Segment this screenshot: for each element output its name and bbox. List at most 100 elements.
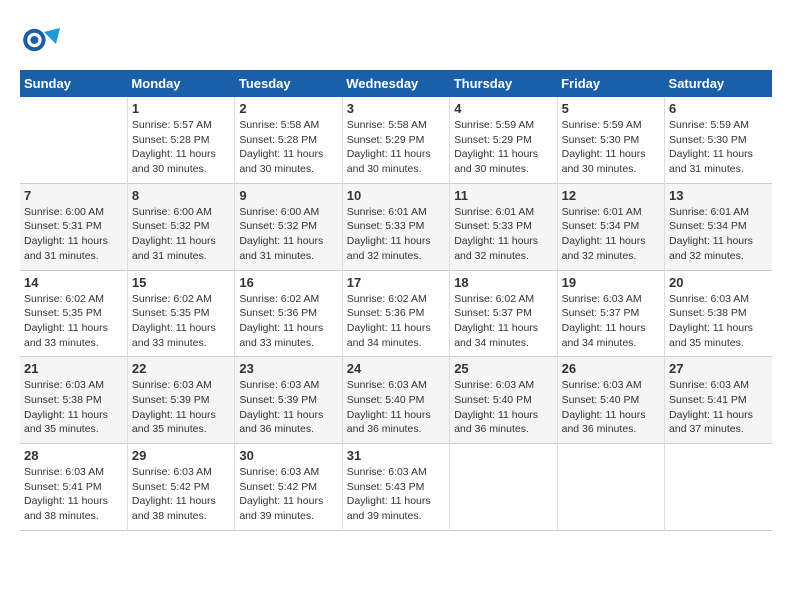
day-info: Sunrise: 6:03 AMSunset: 5:41 PMDaylight:… — [24, 465, 123, 524]
day-info: Sunrise: 6:03 AMSunset: 5:40 PMDaylight:… — [562, 378, 660, 437]
day-number: 8 — [132, 188, 230, 203]
day-number: 31 — [347, 448, 445, 463]
day-number: 4 — [454, 101, 552, 116]
calendar-cell: 27 Sunrise: 6:03 AMSunset: 5:41 PMDayligh… — [665, 357, 772, 444]
header-thursday: Thursday — [450, 70, 557, 97]
logo-icon — [20, 20, 60, 60]
day-info: Sunrise: 5:59 AMSunset: 5:30 PMDaylight:… — [669, 118, 768, 177]
calendar-cell: 8 Sunrise: 6:00 AMSunset: 5:32 PMDaylight… — [127, 183, 234, 270]
calendar-cell: 25Sunrise: 6:03 AMSunset: 5:40 PMDayligh… — [450, 357, 557, 444]
day-number: 27 — [669, 361, 768, 376]
calendar-cell: 14 Sunrise: 6:02 AMSunset: 5:35 PMDayligh… — [20, 270, 127, 357]
day-info: Sunrise: 6:01 AMSunset: 5:33 PMDaylight:… — [454, 205, 552, 264]
day-number: 24 — [347, 361, 445, 376]
day-info: Sunrise: 6:03 AMSunset: 5:40 PMDaylight:… — [454, 378, 552, 437]
day-number: 26 — [562, 361, 660, 376]
header-monday: Monday — [127, 70, 234, 97]
calendar-table: SundayMondayTuesdayWednesdayThursdayFrid… — [20, 70, 772, 531]
calendar-cell: 5 Sunrise: 5:59 AMSunset: 5:30 PMDaylight… — [557, 97, 664, 183]
day-info: Sunrise: 6:03 AMSunset: 5:42 PMDaylight:… — [239, 465, 337, 524]
calendar-week-3: 14 Sunrise: 6:02 AMSunset: 5:35 PMDayligh… — [20, 270, 772, 357]
day-info: Sunrise: 6:00 AMSunset: 5:32 PMDaylight:… — [239, 205, 337, 264]
day-info: Sunrise: 6:01 AMSunset: 5:34 PMDaylight:… — [562, 205, 660, 264]
header-friday: Friday — [557, 70, 664, 97]
day-info: Sunrise: 6:03 AMSunset: 5:37 PMDaylight:… — [562, 292, 660, 351]
day-info: Sunrise: 6:00 AMSunset: 5:32 PMDaylight:… — [132, 205, 230, 264]
day-info: Sunrise: 6:02 AMSunset: 5:37 PMDaylight:… — [454, 292, 552, 351]
day-number: 14 — [24, 275, 123, 290]
calendar-cell: 21 Sunrise: 6:03 AMSunset: 5:38 PMDayligh… — [20, 357, 127, 444]
calendar-cell: 26 Sunrise: 6:03 AMSunset: 5:40 PMDayligh… — [557, 357, 664, 444]
calendar-cell — [665, 444, 772, 531]
calendar-week-2: 7Sunrise: 6:00 AMSunset: 5:31 PMDaylight… — [20, 183, 772, 270]
day-info: Sunrise: 6:02 AMSunset: 5:35 PMDaylight:… — [24, 292, 123, 351]
calendar-cell: 4 Sunrise: 5:59 AMSunset: 5:29 PMDaylight… — [450, 97, 557, 183]
day-number: 9 — [239, 188, 337, 203]
calendar-cell: 16 Sunrise: 6:02 AMSunset: 5:36 PMDayligh… — [235, 270, 342, 357]
calendar-cell: 2 Sunrise: 5:58 AMSunset: 5:28 PMDaylight… — [235, 97, 342, 183]
page-header — [20, 20, 772, 60]
day-info: Sunrise: 6:02 AMSunset: 5:35 PMDaylight:… — [132, 292, 230, 351]
day-number: 1 — [132, 101, 230, 116]
calendar-cell: 29Sunrise: 6:03 AMSunset: 5:42 PMDayligh… — [127, 444, 234, 531]
day-info: Sunrise: 6:03 AMSunset: 5:41 PMDaylight:… — [669, 378, 768, 437]
calendar-cell — [557, 444, 664, 531]
day-number: 18 — [454, 275, 552, 290]
day-info: Sunrise: 6:01 AMSunset: 5:33 PMDaylight:… — [347, 205, 445, 264]
calendar-cell: 20Sunrise: 6:03 AMSunset: 5:38 PMDayligh… — [665, 270, 772, 357]
calendar-week-5: 28 Sunrise: 6:03 AMSunset: 5:41 PMDayligh… — [20, 444, 772, 531]
day-number: 2 — [239, 101, 337, 116]
calendar-cell: 12 Sunrise: 6:01 AMSunset: 5:34 PMDayligh… — [557, 183, 664, 270]
day-info: Sunrise: 6:03 AMSunset: 5:38 PMDaylight:… — [24, 378, 123, 437]
calendar-header-row: SundayMondayTuesdayWednesdayThursdayFrid… — [20, 70, 772, 97]
day-number: 11 — [454, 188, 552, 203]
calendar-cell: 18 Sunrise: 6:02 AMSunset: 5:37 PMDayligh… — [450, 270, 557, 357]
day-number: 12 — [562, 188, 660, 203]
calendar-cell: 6 Sunrise: 5:59 AMSunset: 5:30 PMDaylight… — [665, 97, 772, 183]
header-sunday: Sunday — [20, 70, 127, 97]
day-number: 19 — [562, 275, 660, 290]
day-info: Sunrise: 6:03 AMSunset: 5:38 PMDaylight:… — [669, 292, 768, 351]
day-number: 3 — [347, 101, 445, 116]
day-info: Sunrise: 5:57 AMSunset: 5:28 PMDaylight:… — [132, 118, 230, 177]
calendar-cell: 11 Sunrise: 6:01 AMSunset: 5:33 PMDayligh… — [450, 183, 557, 270]
calendar-cell: 17Sunrise: 6:02 AMSunset: 5:36 PMDayligh… — [342, 270, 449, 357]
day-number: 5 — [562, 101, 660, 116]
day-number: 6 — [669, 101, 768, 116]
day-info: Sunrise: 6:03 AMSunset: 5:40 PMDaylight:… — [347, 378, 445, 437]
day-info: Sunrise: 6:03 AMSunset: 5:39 PMDaylight:… — [132, 378, 230, 437]
calendar-cell: 24 Sunrise: 6:03 AMSunset: 5:40 PMDayligh… — [342, 357, 449, 444]
day-number: 28 — [24, 448, 123, 463]
calendar-cell — [450, 444, 557, 531]
day-number: 15 — [132, 275, 230, 290]
calendar-cell: 15 Sunrise: 6:02 AMSunset: 5:35 PMDayligh… — [127, 270, 234, 357]
calendar-cell: 31Sunrise: 6:03 AMSunset: 5:43 PMDayligh… — [342, 444, 449, 531]
calendar-cell — [20, 97, 127, 183]
calendar-cell: 30 Sunrise: 6:03 AMSunset: 5:42 PMDayligh… — [235, 444, 342, 531]
calendar-cell: 13 Sunrise: 6:01 AMSunset: 5:34 PMDayligh… — [665, 183, 772, 270]
calendar-week-1: 1 Sunrise: 5:57 AMSunset: 5:28 PMDaylight… — [20, 97, 772, 183]
day-info: Sunrise: 6:03 AMSunset: 5:42 PMDaylight:… — [132, 465, 230, 524]
day-number: 16 — [239, 275, 337, 290]
day-info: Sunrise: 5:59 AMSunset: 5:29 PMDaylight:… — [454, 118, 552, 177]
day-number: 22 — [132, 361, 230, 376]
calendar-cell: 19 Sunrise: 6:03 AMSunset: 5:37 PMDayligh… — [557, 270, 664, 357]
day-info: Sunrise: 6:02 AMSunset: 5:36 PMDaylight:… — [347, 292, 445, 351]
day-info: Sunrise: 6:02 AMSunset: 5:36 PMDaylight:… — [239, 292, 337, 351]
calendar-week-4: 21 Sunrise: 6:03 AMSunset: 5:38 PMDayligh… — [20, 357, 772, 444]
calendar-cell: 7Sunrise: 6:00 AMSunset: 5:31 PMDaylight… — [20, 183, 127, 270]
day-info: Sunrise: 5:58 AMSunset: 5:28 PMDaylight:… — [239, 118, 337, 177]
calendar-cell: 3Sunrise: 5:58 AMSunset: 5:29 PMDaylight… — [342, 97, 449, 183]
calendar-cell: 28 Sunrise: 6:03 AMSunset: 5:41 PMDayligh… — [20, 444, 127, 531]
day-info: Sunrise: 6:03 AMSunset: 5:39 PMDaylight:… — [239, 378, 337, 437]
header-tuesday: Tuesday — [235, 70, 342, 97]
day-info: Sunrise: 5:59 AMSunset: 5:30 PMDaylight:… — [562, 118, 660, 177]
calendar-cell: 10Sunrise: 6:01 AMSunset: 5:33 PMDayligh… — [342, 183, 449, 270]
day-number: 21 — [24, 361, 123, 376]
day-info: Sunrise: 6:01 AMSunset: 5:34 PMDaylight:… — [669, 205, 768, 264]
day-number: 30 — [239, 448, 337, 463]
day-number: 13 — [669, 188, 768, 203]
calendar-cell: 1 Sunrise: 5:57 AMSunset: 5:28 PMDaylight… — [127, 97, 234, 183]
day-number: 23 — [239, 361, 337, 376]
logo — [20, 20, 64, 60]
